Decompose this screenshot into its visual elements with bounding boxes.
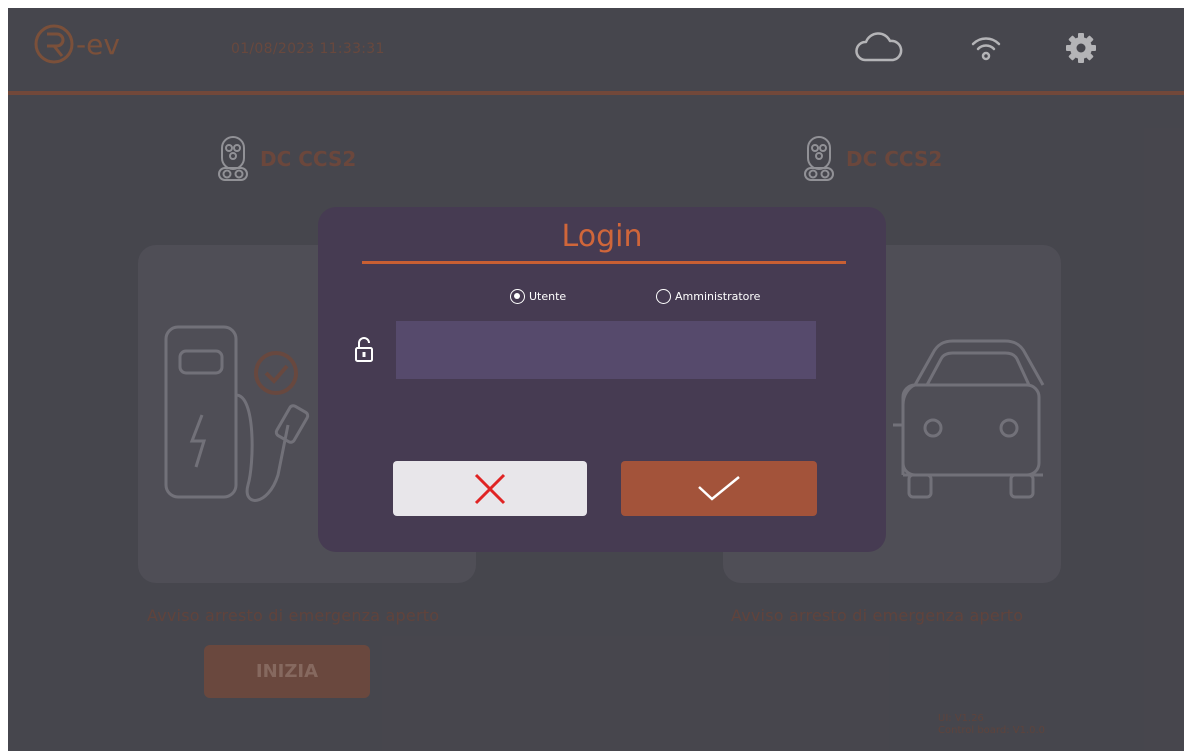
radio-utente[interactable]: Utente [510,289,566,304]
confirm-button[interactable] [621,461,817,516]
password-input[interactable] [396,321,816,379]
login-title-divider [362,261,846,264]
unlock-icon [354,337,374,367]
radio-amministratore-label: Amministratore [675,290,761,303]
radio-utente-label: Utente [529,290,567,303]
radio-unselected-icon [656,289,671,304]
check-icon [698,475,740,501]
radio-amministratore[interactable]: Amministratore [656,289,760,304]
login-dialog: Login Utente Amministratore [318,207,886,552]
main-screen: -ev 01/08/2023 11:33:31 DC CCS2 Avviso a… [8,8,1184,751]
login-title: Login [561,219,643,254]
cancel-button[interactable] [393,461,587,516]
radio-selected-icon [510,289,525,304]
close-icon [474,473,506,504]
